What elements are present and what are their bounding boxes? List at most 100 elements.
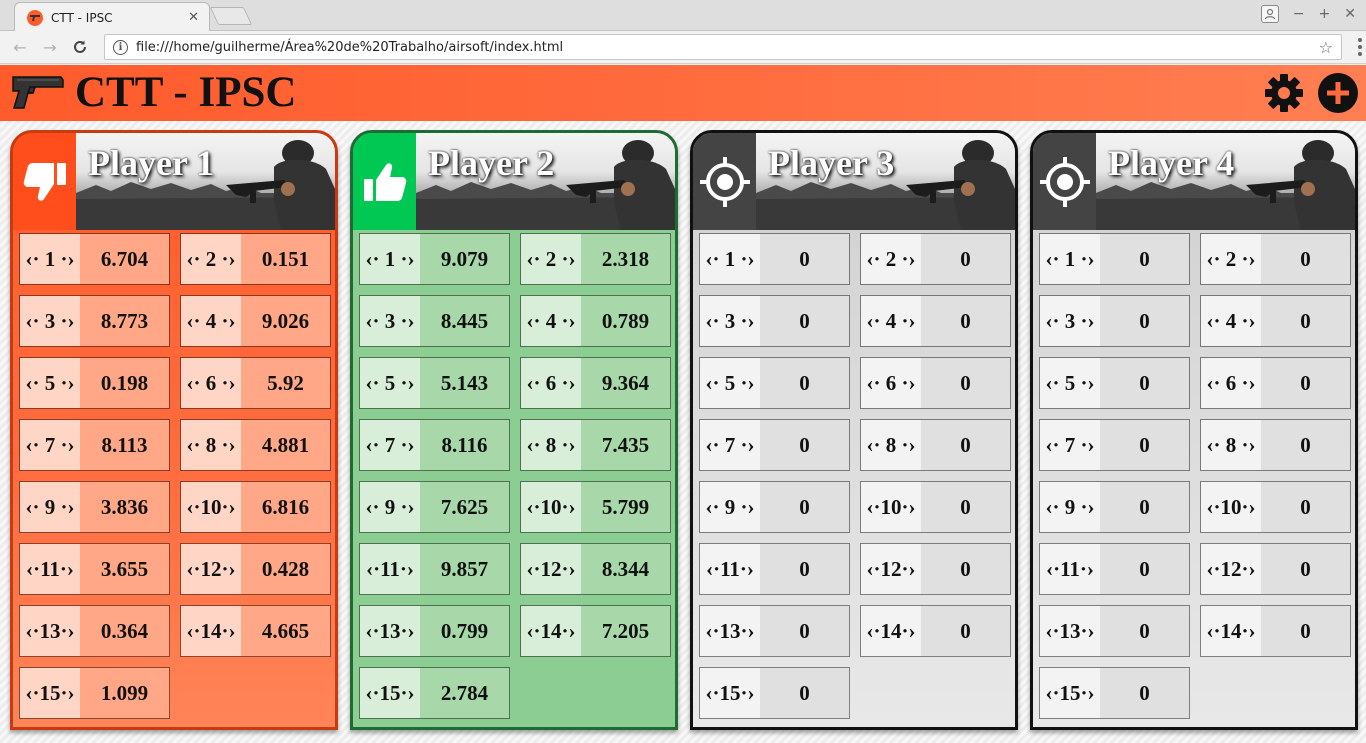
shot-time[interactable]: 0 <box>760 482 849 532</box>
shot-cell[interactable]: ‹·15·› 0 <box>1039 667 1190 719</box>
shot-time[interactable]: 0 <box>760 234 849 284</box>
shot-cell[interactable]: ‹· 9 ·› 0 <box>699 481 850 533</box>
shot-time[interactable]: 0 <box>760 358 849 408</box>
shot-time[interactable]: 9.857 <box>420 544 509 594</box>
shot-time[interactable]: 7.435 <box>581 420 670 470</box>
address-bar[interactable]: i file:///home/guilherme/Área%20de%20Tra… <box>104 34 1342 60</box>
thumbs-down-icon[interactable] <box>13 133 76 230</box>
shot-time[interactable]: 0 <box>1100 606 1189 656</box>
shot-time[interactable]: 0.364 <box>80 606 169 656</box>
shot-cell[interactable]: ‹· 8 ·› 0 <box>860 419 1011 471</box>
shot-time[interactable]: 0 <box>1261 358 1350 408</box>
shot-cell[interactable]: ‹·12·› 8.344 <box>520 543 671 595</box>
shot-time[interactable]: 0 <box>921 296 1010 346</box>
shot-time[interactable]: 0 <box>760 606 849 656</box>
shot-time[interactable]: 7.205 <box>581 606 670 656</box>
shot-time[interactable]: 9.364 <box>581 358 670 408</box>
shot-cell[interactable]: ‹·13·› 0 <box>1039 605 1190 657</box>
shot-cell[interactable]: ‹·13·› 0.799 <box>359 605 510 657</box>
shot-time[interactable]: 0 <box>1100 668 1189 718</box>
shot-cell[interactable]: ‹· 4 ·› 0.789 <box>520 295 671 347</box>
browser-menu-icon[interactable] <box>1358 38 1362 56</box>
shot-time[interactable]: 5.143 <box>420 358 509 408</box>
shot-time[interactable]: 0 <box>921 482 1010 532</box>
shot-time[interactable]: 0 <box>921 358 1010 408</box>
shot-time[interactable]: 8.116 <box>420 420 509 470</box>
shot-time[interactable]: 5.799 <box>581 482 670 532</box>
shot-time[interactable]: 0 <box>921 420 1010 470</box>
shot-time[interactable]: 2.784 <box>420 668 509 718</box>
tab-close-icon[interactable]: ✕ <box>188 10 199 25</box>
shot-cell[interactable]: ‹· 2 ·› 0 <box>1200 233 1351 285</box>
minimize-icon[interactable]: − <box>1293 6 1305 22</box>
shot-time[interactable]: 8.773 <box>80 296 169 346</box>
shot-cell[interactable]: ‹· 3 ·› 8.773 <box>19 295 170 347</box>
shot-cell[interactable]: ‹·10·› 0 <box>1200 481 1351 533</box>
shot-cell[interactable]: ‹· 7 ·› 0 <box>699 419 850 471</box>
target-icon[interactable] <box>1033 133 1096 230</box>
shot-cell[interactable]: ‹· 2 ·› 0.151 <box>180 233 331 285</box>
shot-time[interactable]: 0 <box>760 296 849 346</box>
gear-icon[interactable] <box>1264 73 1304 117</box>
shot-cell[interactable]: ‹· 5 ·› 5.143 <box>359 357 510 409</box>
shot-cell[interactable]: ‹· 4 ·› 0 <box>860 295 1011 347</box>
new-tab-button[interactable] <box>209 7 253 25</box>
shot-time[interactable]: 8.113 <box>80 420 169 470</box>
shot-cell[interactable]: ‹· 5 ·› 0 <box>699 357 850 409</box>
shot-time[interactable]: 0.198 <box>80 358 169 408</box>
shot-cell[interactable]: ‹· 1 ·› 0 <box>1039 233 1190 285</box>
bookmark-star-icon[interactable]: ☆ <box>1319 38 1333 57</box>
shot-cell[interactable]: ‹· 6 ·› 0 <box>1200 357 1351 409</box>
shot-cell[interactable]: ‹·14·› 0 <box>860 605 1011 657</box>
forward-icon[interactable]: → <box>38 35 62 59</box>
shot-time[interactable]: 0 <box>1261 420 1350 470</box>
back-icon[interactable]: ← <box>8 35 32 59</box>
shot-time[interactable]: 0 <box>921 606 1010 656</box>
shot-cell[interactable]: ‹· 9 ·› 3.836 <box>19 481 170 533</box>
shot-cell[interactable]: ‹· 8 ·› 4.881 <box>180 419 331 471</box>
thumbs-up-icon[interactable] <box>353 133 416 230</box>
shot-cell[interactable]: ‹· 7 ·› 8.116 <box>359 419 510 471</box>
shot-time[interactable]: 0 <box>1100 544 1189 594</box>
shot-time[interactable]: 4.881 <box>241 420 330 470</box>
shot-time[interactable]: 9.079 <box>420 234 509 284</box>
shot-cell[interactable]: ‹· 5 ·› 0.198 <box>19 357 170 409</box>
shot-cell[interactable]: ‹·12·› 0 <box>1200 543 1351 595</box>
shot-time[interactable]: 0 <box>921 544 1010 594</box>
shot-time[interactable]: 0 <box>1261 482 1350 532</box>
shot-time[interactable]: 4.665 <box>241 606 330 656</box>
close-window-icon[interactable]: ✕ <box>1344 6 1356 22</box>
shot-cell[interactable]: ‹· 1 ·› 6.704 <box>19 233 170 285</box>
shot-time[interactable]: 0.799 <box>420 606 509 656</box>
shot-time[interactable]: 0.428 <box>241 544 330 594</box>
shot-cell[interactable]: ‹· 8 ·› 7.435 <box>520 419 671 471</box>
shot-time[interactable]: 0 <box>760 668 849 718</box>
shot-cell[interactable]: ‹· 9 ·› 0 <box>1039 481 1190 533</box>
shot-cell[interactable]: ‹·13·› 0.364 <box>19 605 170 657</box>
shot-time[interactable]: 0 <box>1261 296 1350 346</box>
shot-cell[interactable]: ‹·12·› 0 <box>860 543 1011 595</box>
shot-time[interactable]: 8.445 <box>420 296 509 346</box>
shot-time[interactable]: 0 <box>1261 606 1350 656</box>
player-name[interactable]: Player 3 <box>768 143 894 183</box>
shot-time[interactable]: 0 <box>1261 234 1350 284</box>
target-icon[interactable] <box>693 133 756 230</box>
shot-time[interactable]: 3.655 <box>80 544 169 594</box>
shot-cell[interactable]: ‹·14·› 7.205 <box>520 605 671 657</box>
shot-cell[interactable]: ‹·10·› 0 <box>860 481 1011 533</box>
shot-cell[interactable]: ‹· 3 ·› 8.445 <box>359 295 510 347</box>
shot-time[interactable]: 6.816 <box>241 482 330 532</box>
shot-cell[interactable]: ‹·10·› 5.799 <box>520 481 671 533</box>
shot-cell[interactable]: ‹· 2 ·› 0 <box>860 233 1011 285</box>
shot-cell[interactable]: ‹·14·› 4.665 <box>180 605 331 657</box>
reload-icon[interactable] <box>68 35 92 59</box>
shot-time[interactable]: 0 <box>921 234 1010 284</box>
shot-cell[interactable]: ‹· 3 ·› 0 <box>699 295 850 347</box>
shot-cell[interactable]: ‹· 7 ·› 8.113 <box>19 419 170 471</box>
url-text[interactable]: file:///home/guilherme/Área%20de%20Traba… <box>136 40 1319 55</box>
shot-time[interactable]: 0 <box>1261 544 1350 594</box>
shot-cell[interactable]: ‹·15·› 0 <box>699 667 850 719</box>
maximize-icon[interactable]: + <box>1319 6 1331 22</box>
shot-time[interactable]: 7.625 <box>420 482 509 532</box>
shot-cell[interactable]: ‹· 1 ·› 9.079 <box>359 233 510 285</box>
